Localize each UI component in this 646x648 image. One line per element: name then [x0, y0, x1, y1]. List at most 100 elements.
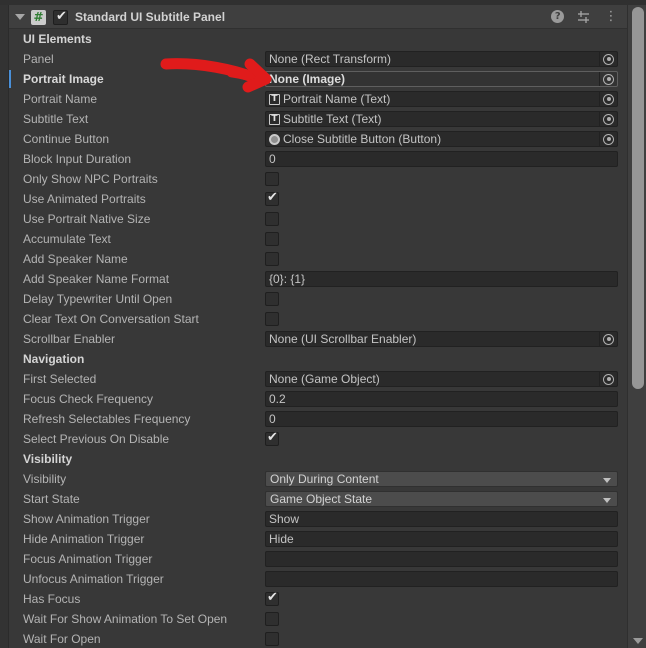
property-field: [265, 611, 618, 627]
property-label: Portrait Image: [23, 72, 104, 86]
property-field: Game Object State: [265, 491, 618, 507]
help-icon[interactable]: ?: [551, 10, 565, 23]
checkmark-icon: ✔: [267, 190, 278, 205]
text-component-icon: T: [269, 93, 280, 105]
checkbox-input[interactable]: ✔: [265, 590, 279, 606]
property-field: None (Rect Transform): [265, 51, 618, 67]
property-label: Subtitle Text: [23, 112, 89, 126]
target-icon: [603, 333, 614, 345]
object-reference-field[interactable]: None (UI Scrollbar Enabler): [265, 331, 618, 347]
object-picker-button[interactable]: [599, 132, 617, 146]
checkbox-input[interactable]: [265, 292, 279, 306]
property-row: Visibility Only During Content: [9, 469, 627, 489]
component-header[interactable]: # ✔ Standard UI Subtitle Panel ? ⋮: [9, 5, 627, 29]
property-list: UI Elements Panel None (Rect Transform) Por…: [9, 29, 627, 648]
property-label: Add Speaker Name: [23, 252, 128, 266]
number-input[interactable]: 0: [265, 151, 618, 167]
object-picker-button[interactable]: [599, 72, 617, 86]
property-field: [265, 291, 618, 307]
checkbox-input[interactable]: [265, 232, 279, 246]
text-input[interactable]: [265, 551, 618, 567]
property-row: Unfocus Animation Trigger: [9, 569, 627, 589]
property-row: Panel None (Rect Transform): [9, 49, 627, 69]
checkbox-input[interactable]: [265, 632, 279, 646]
property-row: Add Speaker Name: [9, 249, 627, 269]
object-reference-text: Portrait Name (Text): [283, 92, 391, 106]
property-field: [265, 251, 618, 267]
foldout-arrow-icon[interactable]: [15, 14, 25, 20]
property-field: None (UI Scrollbar Enabler): [265, 331, 618, 347]
object-picker-button[interactable]: [599, 332, 617, 346]
property-field: T Portrait Name (Text): [265, 91, 618, 107]
component-enable-checkbox[interactable]: ✔: [53, 9, 68, 25]
object-reference-field[interactable]: T Subtitle Text (Text): [265, 111, 618, 127]
scrollbar-thumb[interactable]: [632, 7, 644, 389]
object-reference-field[interactable]: None (Rect Transform): [265, 51, 618, 67]
object-reference-field[interactable]: None (Game Object): [265, 371, 618, 387]
property-label: Add Speaker Name Format: [23, 272, 170, 286]
number-input[interactable]: 0: [265, 411, 618, 427]
object-picker-button[interactable]: [599, 372, 617, 386]
property-row: Clear Text On Conversation Start: [9, 309, 627, 329]
property-field: Hide: [265, 531, 618, 547]
menu-icon[interactable]: ⋮: [603, 9, 619, 25]
property-row: Only Show NPC Portraits: [9, 169, 627, 189]
object-picker-button[interactable]: [599, 112, 617, 126]
object-picker-button[interactable]: [599, 92, 617, 106]
vertical-scrollbar[interactable]: [627, 5, 646, 648]
object-reference-text: None (Game Object): [269, 372, 380, 386]
property-field: Close Subtitle Button (Button): [265, 131, 618, 147]
property-label: Clear Text On Conversation Start: [23, 312, 199, 326]
dropdown-value: Only During Content: [270, 472, 379, 486]
property-field: None (Game Object): [265, 371, 618, 387]
property-label: Block Input Duration: [23, 152, 132, 166]
property-label: First Selected: [23, 372, 97, 386]
checkbox-input[interactable]: [265, 312, 279, 326]
object-reference-field[interactable]: None (Image): [265, 71, 618, 87]
property-row: UI Elements: [9, 29, 627, 49]
checkbox-input[interactable]: [265, 252, 279, 266]
checkbox-input[interactable]: [265, 612, 279, 626]
checkmark-icon: ✔: [56, 9, 67, 24]
text-input[interactable]: Show: [265, 511, 618, 527]
checkbox-input[interactable]: [265, 172, 279, 186]
property-label: Has Focus: [23, 592, 81, 606]
checkbox-input[interactable]: ✔: [265, 430, 279, 446]
property-row: Accumulate Text: [9, 229, 627, 249]
property-field: ✔: [265, 190, 618, 207]
text-input[interactable]: [265, 571, 618, 587]
text-input[interactable]: {0}: {1}: [265, 271, 618, 287]
property-row: Show Animation Trigger Show: [9, 509, 627, 529]
object-picker-button[interactable]: [599, 52, 617, 66]
target-icon: [603, 133, 614, 145]
preset-icon[interactable]: [576, 9, 592, 25]
target-icon: [603, 53, 614, 65]
dropdown-select[interactable]: Game Object State: [265, 491, 618, 507]
property-row: Refresh Selectables Frequency 0: [9, 409, 627, 429]
property-field: None (Image): [265, 71, 618, 87]
checkbox-input[interactable]: ✔: [265, 190, 279, 206]
property-label: Hide Animation Trigger: [23, 532, 145, 546]
property-label: Wait For Show Animation To Set Open: [23, 612, 228, 626]
dropdown-value: Game Object State: [270, 492, 373, 506]
property-label: Start State: [23, 492, 80, 506]
property-row: Scrollbar Enabler None (UI Scrollbar Enab…: [9, 329, 627, 349]
property-field: [265, 551, 618, 567]
property-row: Block Input Duration 0: [9, 149, 627, 169]
checkbox-input[interactable]: [265, 212, 279, 226]
property-field: ✔: [265, 430, 618, 447]
scroll-down-arrow-icon[interactable]: [633, 638, 643, 644]
chevron-down-icon: [603, 498, 611, 503]
property-field: [265, 571, 618, 587]
section-header-label: UI Elements: [23, 32, 92, 46]
object-reference-field[interactable]: Close Subtitle Button (Button): [265, 131, 618, 147]
target-icon: [603, 113, 614, 125]
property-field: Show: [265, 511, 618, 527]
object-reference-field[interactable]: T Portrait Name (Text): [265, 91, 618, 107]
text-input[interactable]: Hide: [265, 531, 618, 547]
property-label: Delay Typewriter Until Open: [23, 292, 173, 306]
property-field: [265, 631, 618, 647]
dropdown-select[interactable]: Only During Content: [265, 471, 618, 487]
number-input[interactable]: 0.2: [265, 391, 618, 407]
property-row: Hide Animation Trigger Hide: [9, 529, 627, 549]
